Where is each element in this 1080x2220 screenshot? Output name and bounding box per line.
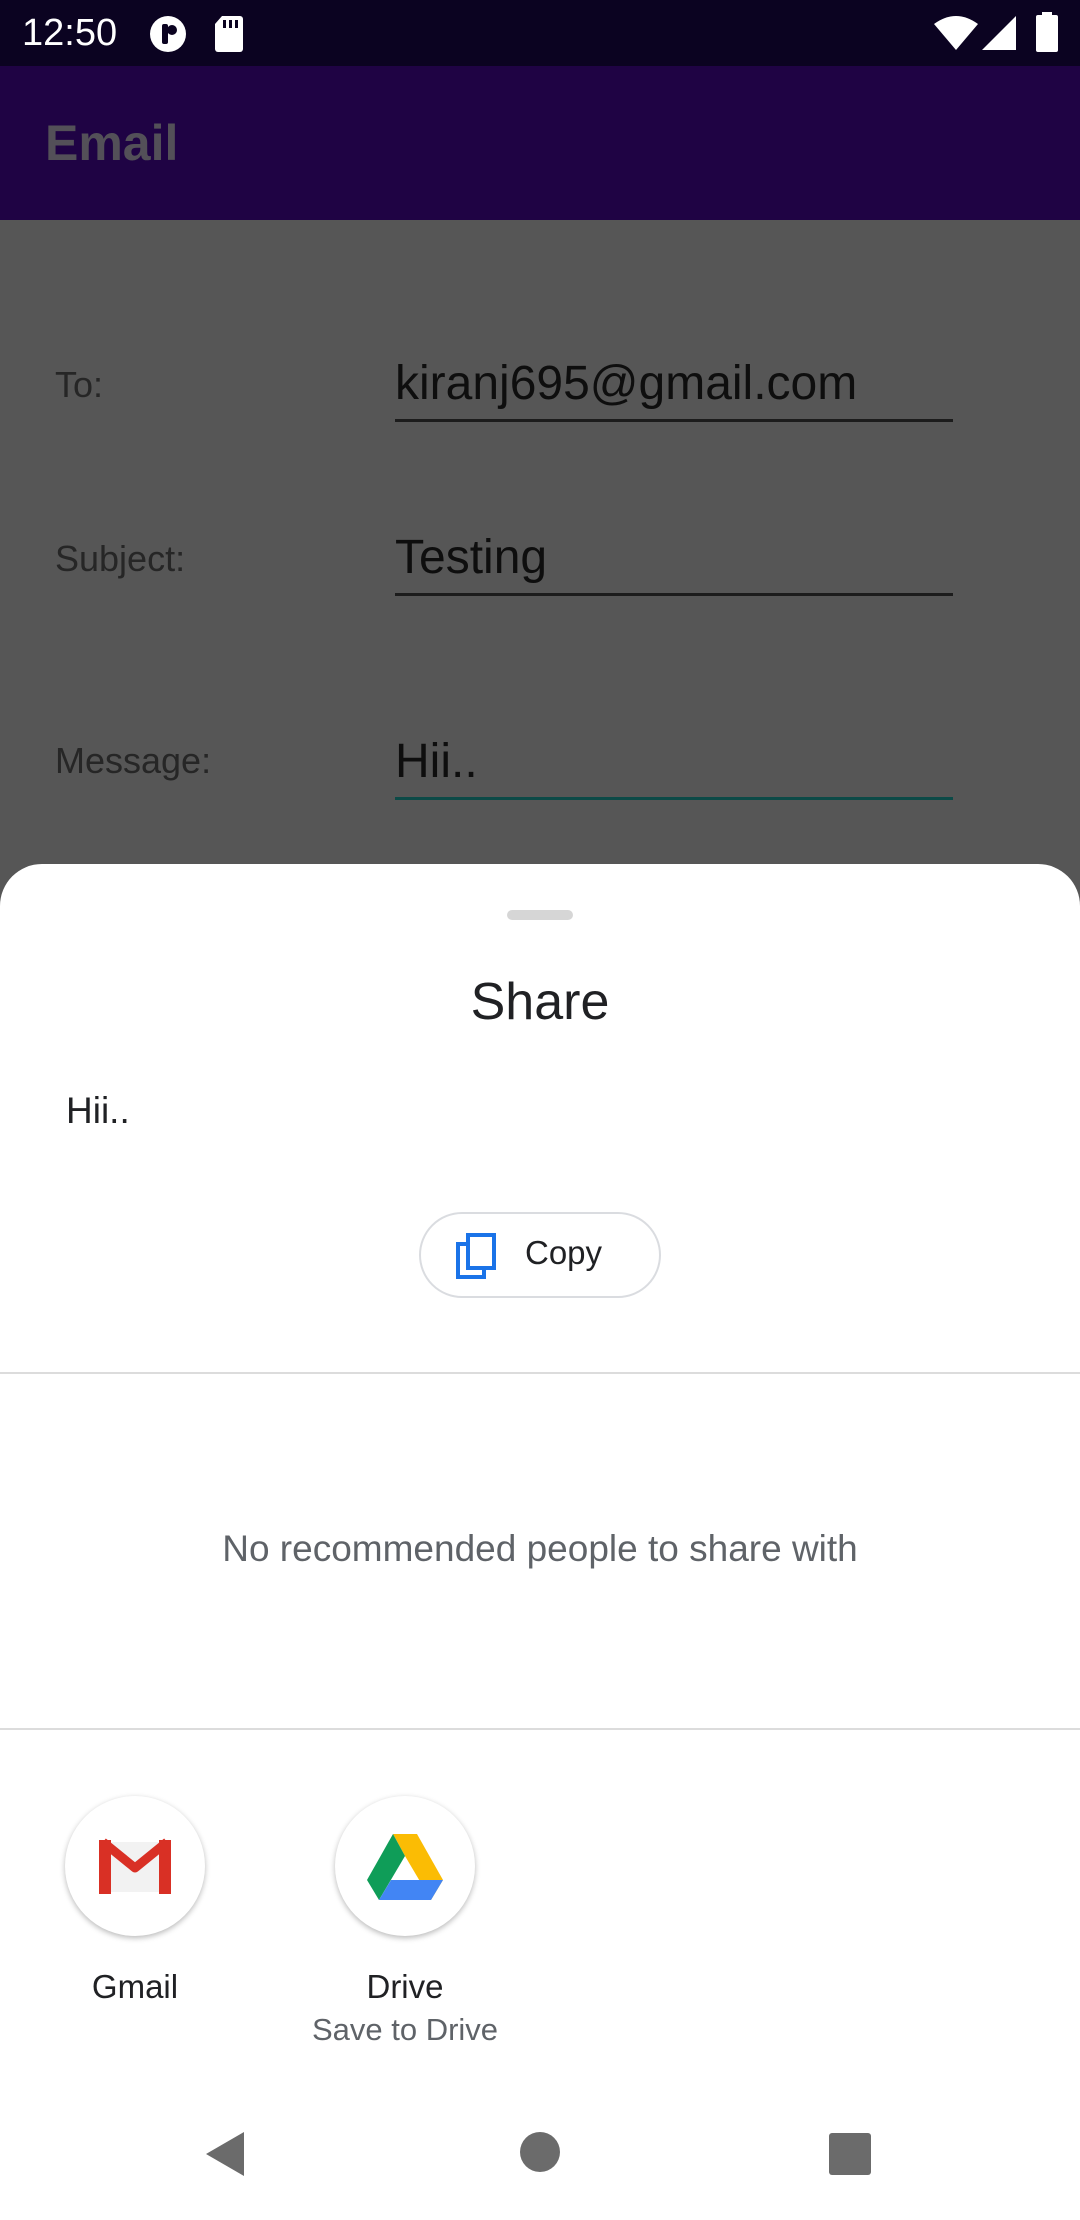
gmail-icon bbox=[99, 1838, 171, 1894]
google-drive-icon bbox=[367, 1834, 443, 1900]
gmail-icon-container bbox=[65, 1796, 205, 1936]
drive-icon-container bbox=[335, 1796, 475, 1936]
share-target-gmail[interactable]: Gmail bbox=[25, 1796, 245, 2066]
status-bar: 12:50 bbox=[0, 0, 1080, 66]
divider bbox=[0, 1372, 1080, 1374]
to-field-value: kiranj695@gmail.com bbox=[395, 357, 858, 410]
copy-icon bbox=[455, 1232, 499, 1284]
wifi-icon bbox=[934, 16, 978, 54]
navigation-bar bbox=[0, 2090, 1080, 2220]
back-icon[interactable] bbox=[204, 2130, 248, 2182]
share-preview-text: Hii.. bbox=[66, 1090, 130, 1131]
app-title: Email bbox=[45, 115, 179, 171]
home-icon[interactable] bbox=[518, 2130, 562, 2178]
app-name-drive: Drive bbox=[366, 1968, 444, 2005]
message-field[interactable]: Hii.. bbox=[395, 724, 953, 800]
status-time: 12:50 bbox=[22, 12, 118, 54]
share-title: Share bbox=[470, 973, 610, 1031]
subject-label: Subject: bbox=[55, 538, 186, 579]
drag-handle[interactable] bbox=[507, 910, 573, 920]
app-subtitle-drive: Save to Drive bbox=[311, 2012, 499, 2047]
battery-icon bbox=[1036, 12, 1058, 56]
copy-label: Copy bbox=[525, 1234, 603, 1271]
share-target-drive[interactable]: Drive Save to Drive bbox=[295, 1796, 515, 2066]
to-label: To: bbox=[55, 364, 104, 405]
message-label: Message: bbox=[55, 740, 212, 781]
message-field-value: Hii.. bbox=[395, 735, 478, 788]
sd-card-icon bbox=[214, 16, 244, 56]
copy-button[interactable]: Copy bbox=[419, 1212, 661, 1298]
notification-app-icon bbox=[148, 14, 188, 58]
signal-icon bbox=[982, 16, 1016, 54]
no-recommendations-text: No recommended people to share with bbox=[222, 1528, 858, 1569]
subject-field-value: Testing bbox=[395, 531, 548, 584]
screen: 12:50 Email To: kiranj695@gmail.com Subj… bbox=[0, 0, 1080, 2220]
subject-field[interactable]: Testing bbox=[395, 520, 953, 596]
to-field[interactable]: kiranj695@gmail.com bbox=[395, 346, 953, 422]
share-sheet: Share Hii.. Copy No recommended people t… bbox=[0, 864, 1080, 2220]
divider bbox=[0, 1728, 1080, 1730]
app-name-gmail: Gmail bbox=[91, 1968, 179, 2005]
app-bar: Email bbox=[0, 66, 1080, 220]
recents-icon[interactable] bbox=[828, 2132, 872, 2180]
